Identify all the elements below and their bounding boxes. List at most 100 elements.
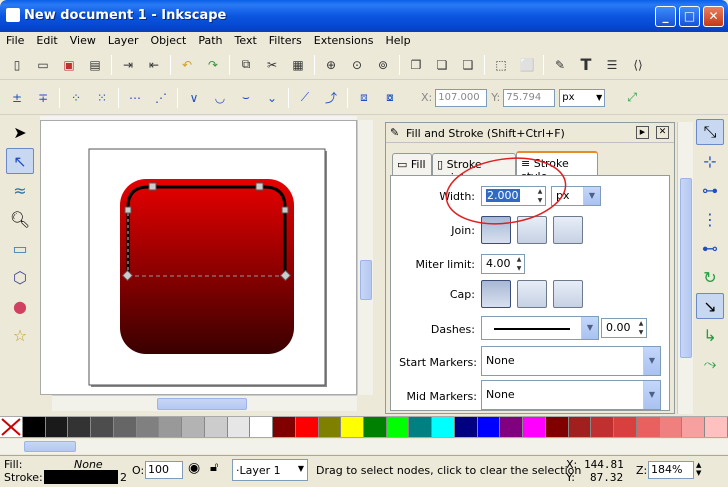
palette-swatch[interactable] [113, 417, 137, 437]
cap-round-button[interactable] [517, 280, 547, 308]
symmetric-node-icon[interactable]: ⌣ [235, 87, 257, 109]
stroke-to-path-icon[interactable]: ⧇ [379, 87, 401, 109]
palette-swatch[interactable] [386, 417, 410, 437]
open-icon[interactable]: ▭ [32, 54, 54, 76]
lock-icon[interactable]: 🔓︎ [210, 460, 218, 475]
palette-swatch[interactable] [204, 417, 228, 437]
palette-swatch[interactable] [68, 417, 92, 437]
dialog-vscroll-thumb[interactable] [680, 178, 692, 358]
palette-swatch[interactable] [23, 417, 46, 437]
menu-object[interactable]: Object [151, 34, 187, 47]
palette-swatch[interactable] [432, 417, 455, 437]
snap-grid-icon[interactable]: ⤳ [696, 351, 724, 377]
join-segment-icon[interactable]: ⋯ [124, 87, 146, 109]
palette-scroll-thumb[interactable] [24, 441, 76, 452]
palette-swatch[interactable] [636, 417, 660, 437]
node-handle[interactable] [255, 182, 264, 191]
palette-swatch[interactable] [409, 417, 433, 437]
palette-scrollbar[interactable] [0, 439, 728, 454]
dialog-collapse-icon[interactable]: ▶ [636, 126, 649, 139]
import-icon[interactable]: ⇥ [117, 54, 139, 76]
snap-paths-icon[interactable]: ⊶ [696, 177, 724, 203]
layer-select[interactable]: ·Layer 1 ▼ [232, 459, 308, 481]
fill-stroke-icon[interactable]: ✎ [549, 54, 571, 76]
new-document-icon[interactable]: ▯ [6, 54, 28, 76]
snap-nodes-icon[interactable]: ⊹ [696, 148, 724, 174]
opacity-field[interactable]: 100 [145, 461, 183, 479]
ungroup-icon[interactable]: ⬜ [516, 54, 538, 76]
node-handle[interactable] [124, 206, 132, 214]
menu-help[interactable]: Help [385, 34, 410, 47]
zoom-page-icon[interactable]: ⊚ [372, 54, 394, 76]
save-icon[interactable]: ▣ [58, 54, 80, 76]
smooth-node-icon[interactable]: ◡ [209, 87, 231, 109]
redo-icon[interactable]: ↷ [202, 54, 224, 76]
insert-node-icon[interactable]: ± [6, 87, 28, 109]
star-tool-icon[interactable]: ☆ [6, 322, 34, 348]
palette-swatch[interactable] [295, 417, 319, 437]
cap-square-button[interactable] [553, 280, 583, 308]
snap-intersections-icon[interactable]: ⋮ [696, 206, 724, 232]
no-paint-swatch[interactable] [0, 417, 23, 437]
menu-text[interactable]: Text [235, 34, 257, 47]
zoom-field[interactable]: 184% [648, 461, 694, 479]
minimize-button[interactable]: _ [655, 6, 676, 27]
segment-curve-icon[interactable]: ⤴ [320, 87, 342, 109]
node-y-field[interactable]: 75.794 [503, 88, 556, 107]
cut-icon[interactable]: ✂ [261, 54, 283, 76]
palette-swatch[interactable] [159, 417, 183, 437]
paste-icon[interactable]: ▦ [287, 54, 309, 76]
palette-swatch[interactable] [659, 417, 683, 437]
zoom-drawing-icon[interactable]: ⊙ [346, 54, 368, 76]
canvas-drawing[interactable] [41, 121, 357, 395]
palette-swatch[interactable] [454, 417, 478, 437]
miter-limit-spinbox[interactable]: 4.00 ▲ ▼ [481, 254, 525, 274]
segment-line-icon[interactable]: ⟋ [294, 87, 316, 109]
dash-offset-spinbox[interactable]: 0.00 ▲ ▼ [601, 318, 647, 338]
palette-swatch[interactable] [364, 417, 387, 437]
copy-icon[interactable]: ⧉ [235, 54, 257, 76]
ellipse-tool-icon[interactable]: ● [6, 293, 34, 319]
palette-swatch[interactable] [682, 417, 706, 437]
palette-swatch[interactable] [91, 417, 114, 437]
tab-fill[interactable]: ▭ Fill [392, 153, 432, 175]
print-icon[interactable]: ▤ [84, 54, 106, 76]
cusp-node-icon[interactable]: ∨ [183, 87, 205, 109]
layers-icon[interactable]: ☰ [601, 54, 623, 76]
dash-offset-spin-arrows[interactable]: ▲ ▼ [636, 319, 646, 337]
snap-midpoints-icon[interactable]: ⊷ [696, 235, 724, 261]
node-x-field[interactable]: 107.000 [435, 88, 488, 107]
palette-swatch[interactable] [568, 417, 592, 437]
delete-segment-icon[interactable]: ⋰ [150, 87, 172, 109]
palette-swatch[interactable] [182, 417, 205, 437]
palette-swatch[interactable] [250, 417, 274, 437]
cap-butt-button[interactable] [481, 280, 511, 308]
zoom-spin-arrows[interactable]: ▲ ▼ [696, 461, 701, 477]
auto-smooth-node-icon[interactable]: ⌄ [261, 87, 283, 109]
menu-path[interactable]: Path [198, 34, 222, 47]
break-path-icon[interactable]: ⁙ [91, 87, 113, 109]
object-to-path-icon[interactable]: ⧈ [353, 87, 375, 109]
clone-icon[interactable]: ❏ [431, 54, 453, 76]
canvas-horizontal-scrollbar[interactable] [52, 395, 357, 411]
selector-tool-icon[interactable]: ➤ [6, 119, 34, 145]
snap-toggle-icon[interactable]: ⤡ [696, 119, 724, 145]
export-icon[interactable]: ⇤ [143, 54, 165, 76]
dialog-titlebar[interactable]: ✎ Fill and Stroke (Shift+Ctrl+F) ▶ ✕ [386, 123, 674, 143]
palette-swatch[interactable] [477, 417, 501, 437]
snap-center-icon[interactable]: ↳ [696, 322, 724, 348]
mid-markers-select[interactable]: None ▼ [481, 380, 661, 410]
dialog-close-icon[interactable]: ✕ [656, 126, 669, 139]
palette-swatch[interactable] [227, 417, 251, 437]
zoom-selection-icon[interactable]: ⊕ [320, 54, 342, 76]
menu-file[interactable]: File [6, 34, 24, 47]
unlink-clone-icon[interactable]: ❑ [457, 54, 479, 76]
zoom-corner-icon[interactable] [360, 395, 374, 411]
snap-guide-icon[interactable]: ↘ [696, 293, 724, 319]
canvas-vertical-scrollbar[interactable] [357, 120, 373, 395]
palette-swatch[interactable] [591, 417, 615, 437]
maximize-button[interactable]: □ [679, 6, 700, 27]
palette-swatch[interactable] [614, 417, 637, 437]
node-tool-icon[interactable]: ↖ [6, 148, 34, 174]
close-button[interactable]: ✕ [703, 6, 724, 27]
